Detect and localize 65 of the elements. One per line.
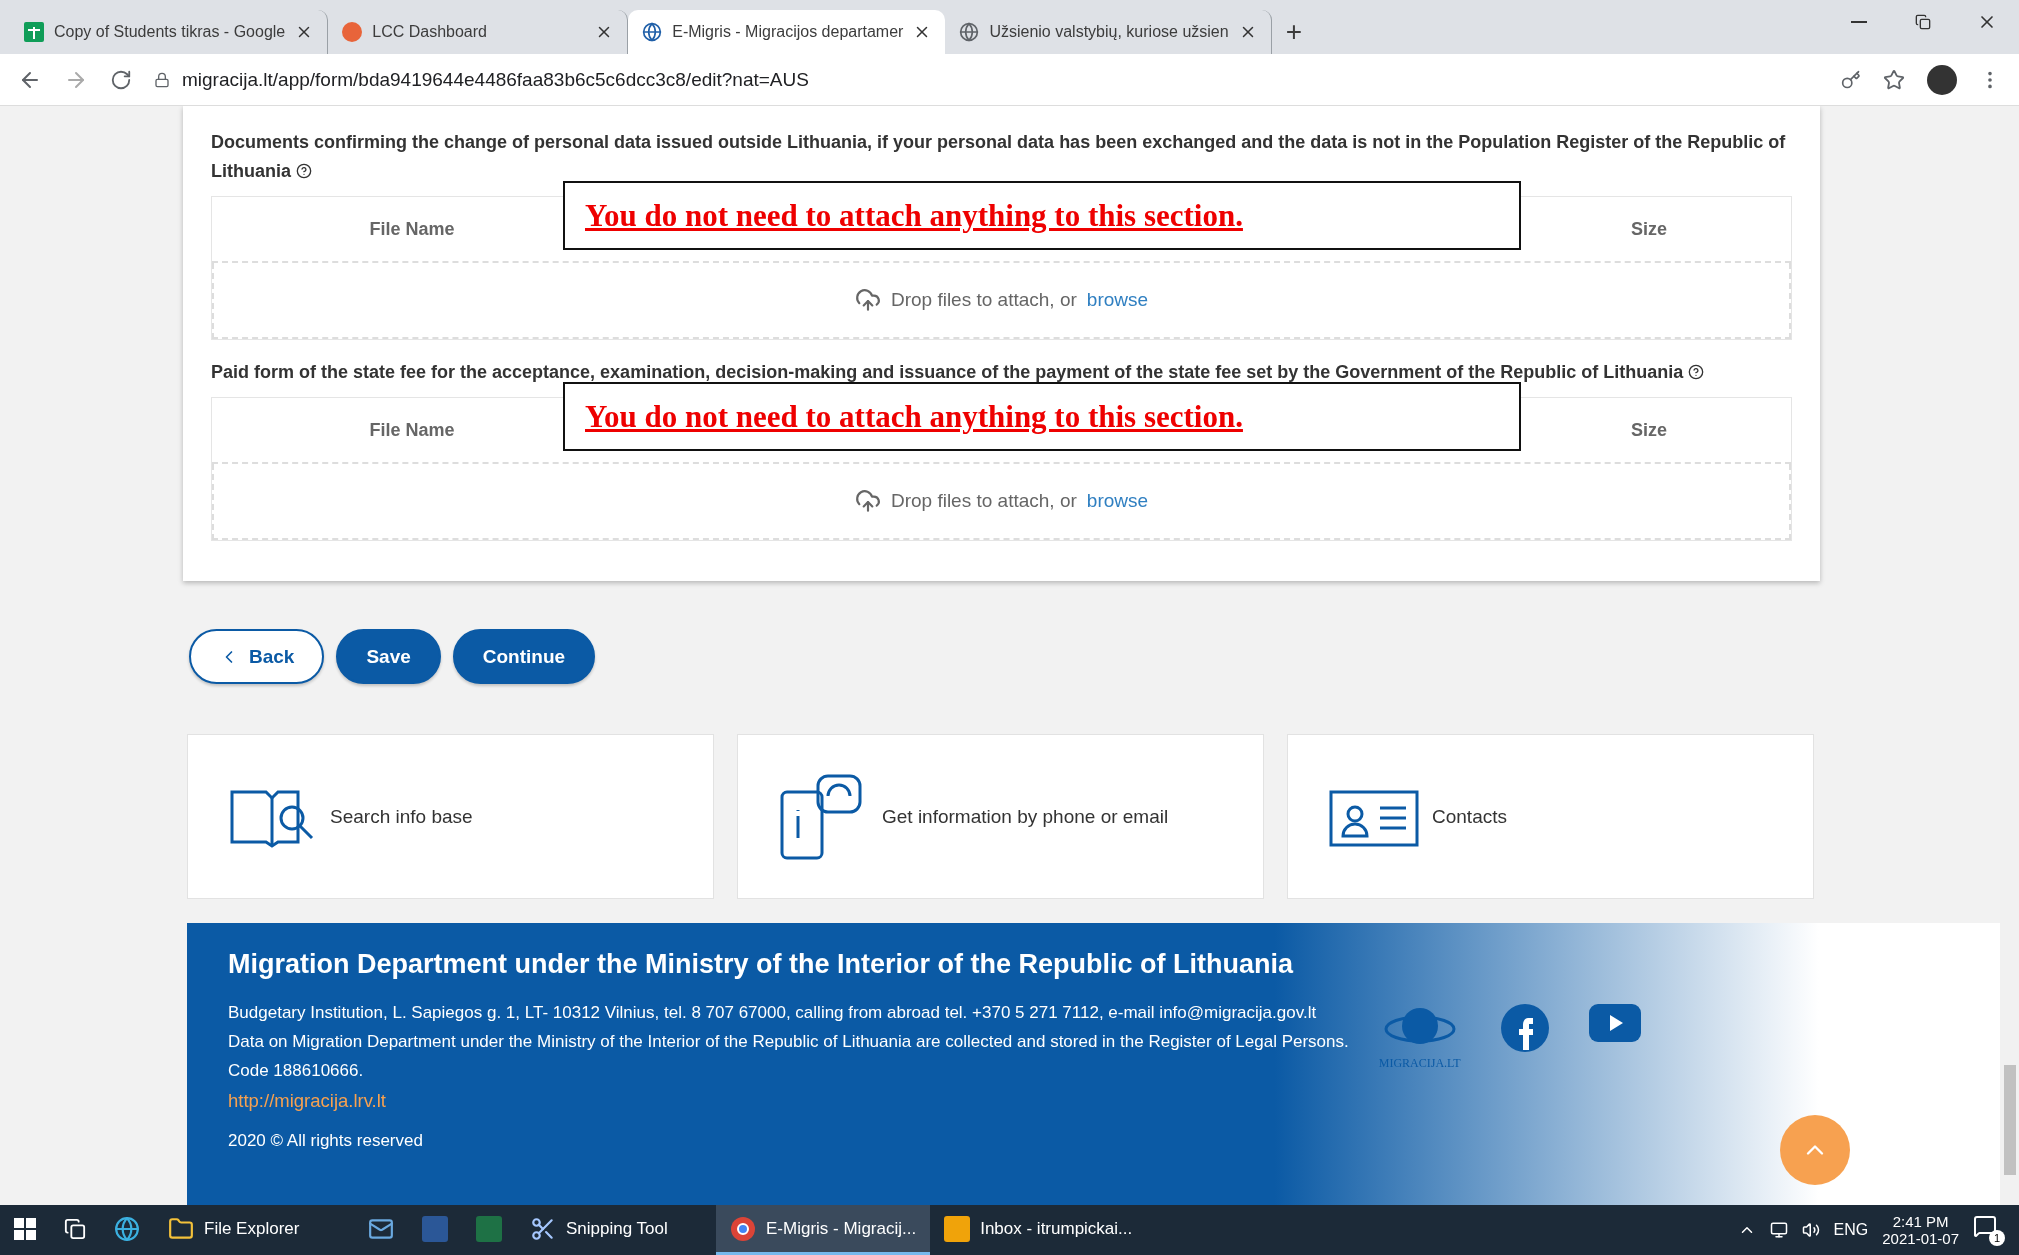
cloud-upload-icon (854, 287, 881, 313)
help-icon[interactable] (1688, 364, 1705, 380)
network-icon[interactable] (1769, 1221, 1788, 1239)
cloud-upload-icon (854, 488, 881, 514)
key-icon[interactable] (1841, 69, 1861, 90)
column-header: Size (1630, 419, 1668, 441)
drop-text: Drop files to attach, or (890, 289, 1077, 311)
spreadsheet-icon (24, 22, 44, 42)
info-card-label: Search info base (330, 805, 473, 828)
logo-text: MIGRACIJA.LT (1378, 1056, 1461, 1071)
browser-icon (114, 1215, 140, 1242)
minimize-icon (1851, 21, 1867, 23)
drop-text: Drop files to attach, or (890, 490, 1077, 512)
new-tab-button[interactable]: + (1271, 10, 1316, 54)
copyright-text: 2020 © All rights reserved (228, 1131, 424, 1151)
footer-title: Migration Department under the Ministry of the Interior of the Republic of Lithuania (228, 949, 1295, 980)
address-field[interactable]: migracija.lt/app/form/bda9419644e4486faa83b6c5c6dcc3c8/edit?nat=AUS (182, 68, 809, 91)
drop-zone[interactable]: Drop files to attach, or browse (212, 263, 1791, 339)
footer-text: Budgetary Institution, L. Sapiegos g. 1, LT- 10312 Vilnius, tel. 8 707 67000, calling from abroad tel. +370 5 271 7112, e-mail info@migracija.gov.lt (228, 1003, 1318, 1023)
taskbar-label: E-Migris - Migracij... (766, 1218, 917, 1239)
column-header: Size (1630, 218, 1668, 240)
video-play-icon[interactable] (1588, 1004, 1641, 1042)
action-button[interactable]: Continue (452, 629, 596, 684)
back-button[interactable]: Back (189, 629, 325, 684)
taskbar-app[interactable]: E-Migris - Migracij... (716, 1205, 931, 1255)
circle-logo-icon (342, 22, 363, 42)
clock[interactable]: 2:41 PM 2021-01-07 (1882, 1213, 1959, 1247)
action-button[interactable]: Save (336, 629, 441, 684)
taskbar-app[interactable]: Inbox - itrumpickai... (930, 1205, 1147, 1255)
info-card-label: Get information by phone or email (882, 805, 1169, 828)
info-card[interactable]: Contacts (1287, 734, 1814, 899)
lock-icon (154, 71, 170, 88)
taskbar-app[interactable]: File Explorer (154, 1205, 354, 1255)
browse-link[interactable]: browse (1086, 289, 1149, 311)
drop-zone[interactable]: Drop files to attach, or browse (212, 464, 1791, 540)
restore-icon (1915, 14, 1931, 30)
info-card[interactable]: Get information by phone or email (737, 734, 1264, 899)
info-card-label: Contacts (1432, 805, 1507, 828)
browser-icon (730, 1215, 756, 1242)
column-header: File Name (368, 419, 456, 441)
footer-text: Data on Migration Department under the Ministry of the Interior of the Republic of Lithuania are collected and stored in the Register of Legal Persons. (228, 1032, 1349, 1052)
scissors-icon (530, 1215, 556, 1242)
taskbar-label: File Explorer (204, 1218, 300, 1239)
task-view-icon (64, 1217, 86, 1240)
folder-icon (168, 1215, 194, 1242)
taskbar-label: Inbox - itrumpickai... (980, 1218, 1133, 1239)
annotation-note: You do not need to attach anything to this section. (563, 181, 1521, 250)
language-indicator[interactable]: ENG (1833, 1221, 1869, 1239)
taskbar-app[interactable]: Snipping Tool (516, 1205, 716, 1255)
windows-logo-icon (14, 1217, 36, 1240)
info-card[interactable]: Search info base (187, 734, 714, 899)
help-icon[interactable] (296, 163, 312, 179)
globe-icon (642, 22, 663, 42)
taskbar-label: Snipping Tool (566, 1218, 668, 1239)
browser-tab[interactable]: E-Migris - Migracijos departamer (628, 10, 946, 54)
star-icon[interactable] (1883, 68, 1905, 91)
browse-link[interactable]: browse (1086, 490, 1149, 512)
reload-icon[interactable] (110, 68, 132, 91)
annotation-note: You do not need to attach anything to this section. (563, 382, 1521, 451)
footer-text: Code 188610666. (228, 1061, 365, 1081)
volume-icon[interactable] (1801, 1221, 1820, 1239)
globe-icon (959, 22, 980, 42)
column-header: File Name (368, 218, 456, 240)
facebook-icon[interactable] (1500, 1004, 1549, 1052)
avatar-icon[interactable] (1927, 64, 1957, 95)
